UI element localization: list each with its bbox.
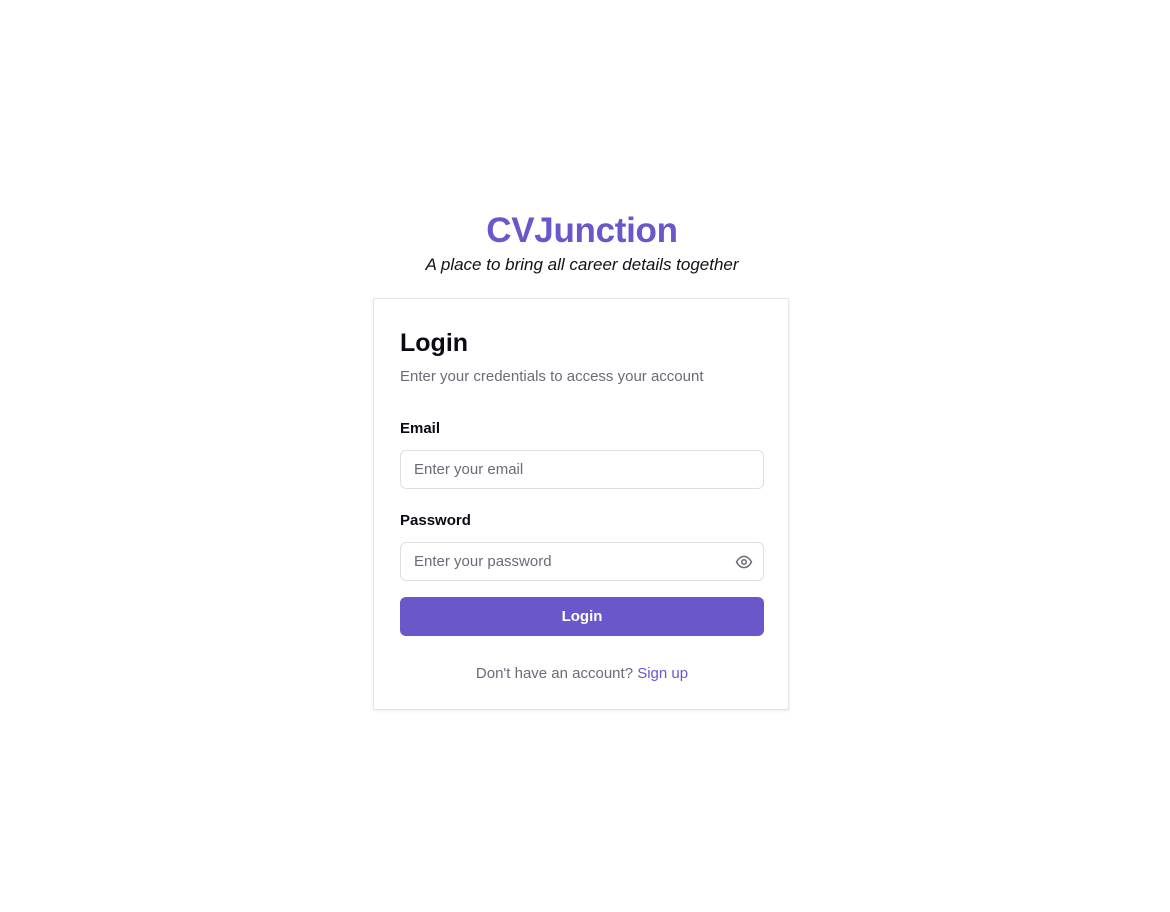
password-field[interactable] xyxy=(401,543,763,580)
email-field[interactable] xyxy=(401,451,763,488)
login-button[interactable]: Login xyxy=(400,597,764,636)
brand-header: CVJunction A place to bring all career d… xyxy=(0,208,1164,276)
email-field-wrapper xyxy=(400,450,764,489)
email-label: Email xyxy=(400,420,441,437)
app-tagline: A place to bring all career details toge… xyxy=(425,255,739,274)
login-subtitle: Enter your credentials to access your ac… xyxy=(400,368,704,385)
login-title: Login xyxy=(400,329,469,357)
app-title: CVJunction xyxy=(486,211,678,250)
signup-link[interactable]: Sign up xyxy=(637,665,688,682)
eye-icon[interactable] xyxy=(735,553,753,571)
login-card: Login Enter your credentials to access y… xyxy=(373,298,789,710)
signup-prompt-row: Don't have an account? Sign up xyxy=(374,664,790,684)
password-field-wrapper xyxy=(400,542,764,581)
signup-prompt: Don't have an account? xyxy=(475,665,634,682)
password-label: Password xyxy=(400,512,471,529)
